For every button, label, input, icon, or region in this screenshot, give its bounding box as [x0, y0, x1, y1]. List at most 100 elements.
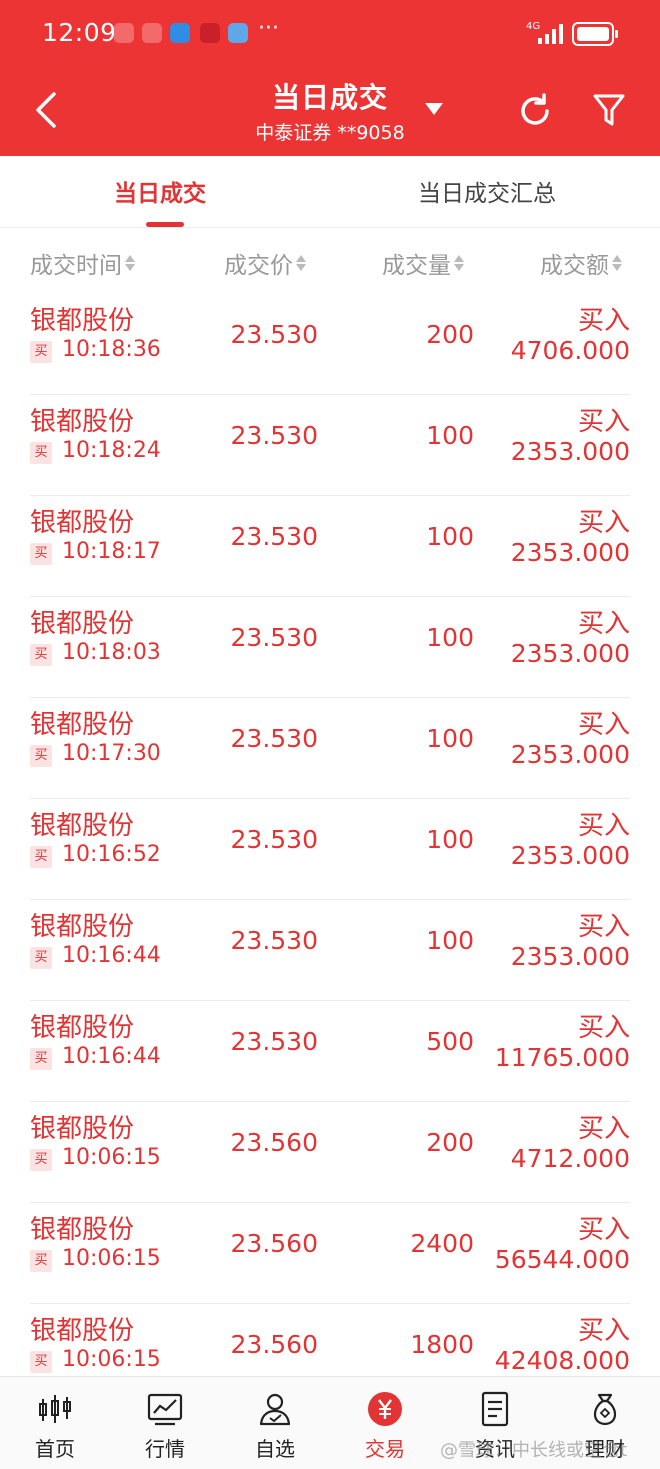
- stock-name: 银都股份: [30, 1215, 135, 1245]
- trade-time: 10:16:44: [62, 943, 161, 968]
- table-row[interactable]: 银都股份 买 10:16:44 23.530 100 买入 2353.000: [0, 900, 660, 1001]
- column-header-label: 成交价: [224, 253, 293, 279]
- sort-icon: [454, 255, 464, 271]
- trade-side: 买入: [577, 508, 630, 538]
- table-row[interactable]: 银都股份 买 10:18:17 23.530 100 买入 2353.000: [0, 496, 660, 597]
- column-header-time[interactable]: 成交时间: [30, 246, 135, 280]
- buy-badge: 买: [30, 442, 52, 464]
- trade-price: 23.530: [230, 522, 318, 551]
- trade-time: 10:06:15: [62, 1145, 161, 1170]
- stock-app-icon: [200, 23, 220, 43]
- trade-quantity: 100: [426, 623, 474, 652]
- trade-price: 23.530: [230, 825, 318, 854]
- trade-amount: 42408.000: [494, 1346, 630, 1375]
- table-row[interactable]: 银都股份 买 10:16:44 23.530 500 买入 11765.000: [0, 1001, 660, 1102]
- top-bar: 12:09 ··· 4G 当日成交 中泰证券 **9058: [0, 0, 660, 156]
- more-notifications-icon: ···: [258, 16, 279, 41]
- trade-amount: 2353.000: [510, 639, 630, 668]
- buy-badge: 买: [30, 745, 52, 767]
- notification-icon: [142, 23, 162, 43]
- signal-icon: [538, 24, 563, 44]
- column-header-label: 成交时间: [30, 253, 122, 279]
- column-header-price[interactable]: 成交价: [224, 246, 306, 280]
- trade-quantity: 100: [426, 724, 474, 753]
- dropdown-caret-icon[interactable]: [425, 103, 443, 115]
- trade-price: 23.560: [230, 1330, 318, 1359]
- account-label: 中泰证券 **9058: [255, 122, 405, 144]
- nav-label: 首页: [35, 1437, 75, 1461]
- nav-market[interactable]: 行情: [110, 1377, 220, 1469]
- active-tab-indicator: [146, 222, 184, 227]
- tab-bar: 当日成交 当日成交汇总: [0, 156, 660, 228]
- stock-name: 银都股份: [30, 811, 135, 841]
- trade-time: 10:18:24: [62, 438, 161, 463]
- buy-badge: 买: [30, 947, 52, 969]
- table-row[interactable]: 银都股份 买 10:18:03 23.530 100 买入 2353.000: [0, 597, 660, 698]
- trade-price: 23.530: [230, 623, 318, 652]
- nav-label: 行情: [145, 1437, 185, 1461]
- stock-name: 银都股份: [30, 508, 135, 538]
- table-row[interactable]: 银都股份 买 10:18:24 23.530 100 买入 2353.000: [0, 395, 660, 496]
- trade-time: 10:16:52: [62, 842, 161, 867]
- nav-trade[interactable]: 交易: [330, 1377, 440, 1469]
- trade-quantity: 200: [426, 320, 474, 349]
- back-arrow-icon[interactable]: [30, 90, 64, 130]
- column-header-label: 成交额: [540, 253, 609, 279]
- table-row[interactable]: 银都股份 买 10:16:52 23.530 100 买入 2353.000: [0, 799, 660, 900]
- filter-icon[interactable]: [592, 92, 626, 128]
- stock-name: 银都股份: [30, 407, 135, 437]
- column-header-label: 成交量: [382, 253, 451, 279]
- chart-icon: [147, 1393, 183, 1426]
- clock: 12:09: [42, 18, 117, 47]
- trade-side: 买入: [577, 407, 630, 437]
- trade-price: 23.560: [230, 1229, 318, 1258]
- tab-today-trades[interactable]: 当日成交: [114, 174, 206, 208]
- nav-watchlist[interactable]: 自选: [220, 1377, 330, 1469]
- buy-badge: 买: [30, 644, 52, 666]
- money-bag-icon: [593, 1393, 617, 1426]
- message-icon: [170, 23, 190, 43]
- table-row[interactable]: 银都股份 买 10:06:15 23.560 200 买入 4712.000: [0, 1102, 660, 1203]
- nav-label: 交易: [365, 1437, 405, 1461]
- battery-icon: [572, 22, 618, 46]
- trade-time: 10:18:17: [62, 539, 161, 564]
- buy-badge: 买: [30, 341, 52, 363]
- trade-quantity: 100: [426, 825, 474, 854]
- stock-name: 银都股份: [30, 1013, 135, 1043]
- table-row[interactable]: 银都股份 买 10:06:15 23.560 1800 买入 42408.000: [0, 1304, 660, 1376]
- nav-label: 自选: [255, 1437, 295, 1461]
- refresh-icon[interactable]: [516, 92, 554, 130]
- buy-badge: 买: [30, 1149, 52, 1171]
- trade-quantity: 200: [426, 1128, 474, 1157]
- trade-side: 买入: [577, 1013, 630, 1043]
- trade-quantity: 100: [426, 522, 474, 551]
- trade-side: 买入: [577, 1114, 630, 1144]
- watermark: @雪球：中长线或空仓t: [440, 1440, 628, 1461]
- trade-side: 买入: [577, 710, 630, 740]
- trade-time: 10:18:36: [62, 337, 161, 362]
- stock-name: 银都股份: [30, 710, 135, 740]
- yen-icon: [368, 1392, 402, 1426]
- buy-badge: 买: [30, 543, 52, 565]
- tab-today-summary[interactable]: 当日成交汇总: [418, 174, 556, 208]
- page-title[interactable]: 当日成交: [230, 76, 430, 116]
- column-header-amount[interactable]: 成交额: [540, 246, 622, 280]
- table-row[interactable]: 银都股份 买 10:06:15 23.560 2400 买入 56544.000: [0, 1203, 660, 1304]
- trade-quantity: 100: [426, 926, 474, 955]
- column-header-quantity[interactable]: 成交量: [382, 246, 464, 280]
- trade-price: 23.560: [230, 1128, 318, 1157]
- nav-home[interactable]: 首页: [0, 1377, 110, 1469]
- trade-list[interactable]: 银都股份 买 10:18:36 23.530 200 买入 4706.000 银…: [0, 294, 660, 1376]
- trade-price: 23.530: [230, 724, 318, 753]
- trade-time: 10:17:30: [62, 741, 161, 766]
- table-row[interactable]: 银都股份 买 10:17:30 23.530 100 买入 2353.000: [0, 698, 660, 799]
- trade-time: 10:16:44: [62, 1044, 161, 1069]
- trade-quantity: 100: [426, 421, 474, 450]
- user-icon: [259, 1393, 291, 1426]
- trade-side: 买入: [577, 1316, 630, 1346]
- buy-badge: 买: [30, 1250, 52, 1272]
- table-row[interactable]: 银都股份 买 10:18:36 23.530 200 买入 4706.000: [0, 294, 660, 395]
- stock-name: 银都股份: [30, 306, 135, 336]
- trade-side: 买入: [577, 609, 630, 639]
- buy-badge: 买: [30, 846, 52, 868]
